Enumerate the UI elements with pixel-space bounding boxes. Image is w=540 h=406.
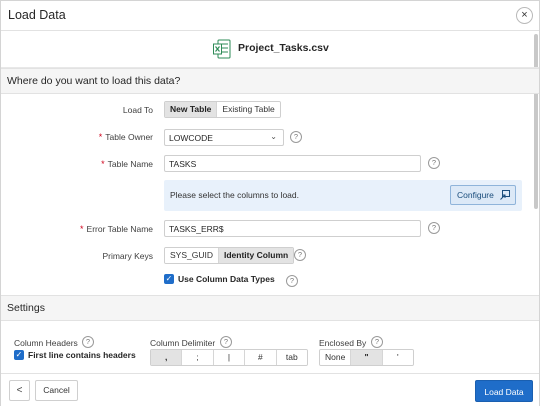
enclosed-by-label: Enclosed By xyxy=(319,338,367,348)
table-owner-label: * Table Owner xyxy=(98,132,153,142)
section-title-settings: Settings xyxy=(7,302,45,314)
table-owner-select[interactable]: LOWCODE ⌄ xyxy=(164,129,284,146)
delimiter-pipe[interactable]: | xyxy=(213,350,246,365)
dialog-titlebar: Load Data × xyxy=(1,1,539,31)
enclosed-none[interactable]: None xyxy=(320,350,352,365)
excel-file-icon xyxy=(213,39,231,59)
primary-keys-toggle: SYS_GUID Identity Column xyxy=(164,247,295,264)
cancel-button[interactable]: Cancel xyxy=(35,380,78,401)
help-icon[interactable]: ? xyxy=(428,222,440,234)
use-column-types-checkbox[interactable]: ✓ xyxy=(164,274,174,284)
file-name: Project_Tasks.csv xyxy=(238,42,329,54)
open-dialog-icon xyxy=(500,190,510,200)
chevron-down-icon: ⌄ xyxy=(270,132,277,141)
first-line-headers-checkbox[interactable]: ✓ xyxy=(14,350,24,360)
required-marker: * xyxy=(80,224,84,234)
help-icon[interactable]: ? xyxy=(220,336,232,348)
column-delimiter-label: Column Delimiter xyxy=(150,338,216,348)
load-to-existing-table[interactable]: Existing Table xyxy=(217,102,280,117)
columns-info-panel: Please select the columns to load. Confi… xyxy=(164,180,522,211)
close-button[interactable]: × xyxy=(516,7,533,24)
help-icon[interactable]: ? xyxy=(294,249,306,261)
error-table-input[interactable]: TASKS_ERR$ xyxy=(164,220,421,237)
use-column-types-label: Use Column Data Types xyxy=(178,274,275,284)
first-line-headers-label: First line contains headers xyxy=(28,350,136,360)
enclosed-double-quote[interactable]: " xyxy=(351,350,383,365)
table-owner-value: LOWCODE xyxy=(169,133,213,143)
configure-button[interactable]: Configure xyxy=(450,185,516,205)
table-name-input[interactable]: TASKS xyxy=(164,155,421,172)
help-icon[interactable]: ? xyxy=(82,336,94,348)
columns-info-message: Please select the columns to load. xyxy=(170,190,299,200)
primary-key-identity-column[interactable]: Identity Column xyxy=(219,248,294,263)
help-icon[interactable]: ? xyxy=(290,131,302,143)
load-to-toggle: New Table Existing Table xyxy=(164,101,281,118)
primary-key-sys-guid[interactable]: SYS_GUID xyxy=(165,248,219,263)
delimiter-hash[interactable]: # xyxy=(245,350,277,365)
help-icon[interactable]: ? xyxy=(428,157,440,169)
column-headers-label: Column Headers xyxy=(14,338,78,348)
file-row: Project_Tasks.csv xyxy=(1,32,539,68)
dialog-footer: < Cancel Load Data xyxy=(1,373,539,406)
load-to-label: Load To xyxy=(122,105,153,115)
help-icon[interactable]: ? xyxy=(286,275,298,287)
section-header-destination: Where do you want to load this data? xyxy=(1,68,539,94)
dialog-title: Load Data xyxy=(8,8,66,22)
load-to-new-table[interactable]: New Table xyxy=(165,102,218,117)
delimiter-toggle: , ; | # tab xyxy=(150,349,308,366)
required-marker: * xyxy=(98,132,103,142)
primary-keys-label: Primary Keys xyxy=(102,251,153,261)
section-header-settings: Settings xyxy=(1,295,539,321)
load-data-button[interactable]: Load Data xyxy=(475,380,533,402)
error-table-label: * Error Table Name xyxy=(80,224,153,234)
delimiter-semicolon[interactable]: ; xyxy=(182,350,214,365)
help-icon[interactable]: ? xyxy=(371,336,383,348)
delimiter-tab[interactable]: tab xyxy=(276,350,307,365)
table-name-label: * Table Name xyxy=(101,159,153,169)
required-marker: * xyxy=(101,159,105,169)
chevron-left-icon: < xyxy=(16,385,23,396)
enclosed-by-toggle: None " ' xyxy=(319,349,414,366)
section-title-destination: Where do you want to load this data? xyxy=(7,75,181,87)
close-icon: × xyxy=(521,9,528,21)
enclosed-single-quote[interactable]: ' xyxy=(382,350,413,365)
delimiter-comma[interactable]: , xyxy=(151,350,183,365)
back-button[interactable]: < xyxy=(9,380,30,401)
load-data-dialog: Load Data × Project_Tasks.csv Where do y… xyxy=(0,0,540,406)
